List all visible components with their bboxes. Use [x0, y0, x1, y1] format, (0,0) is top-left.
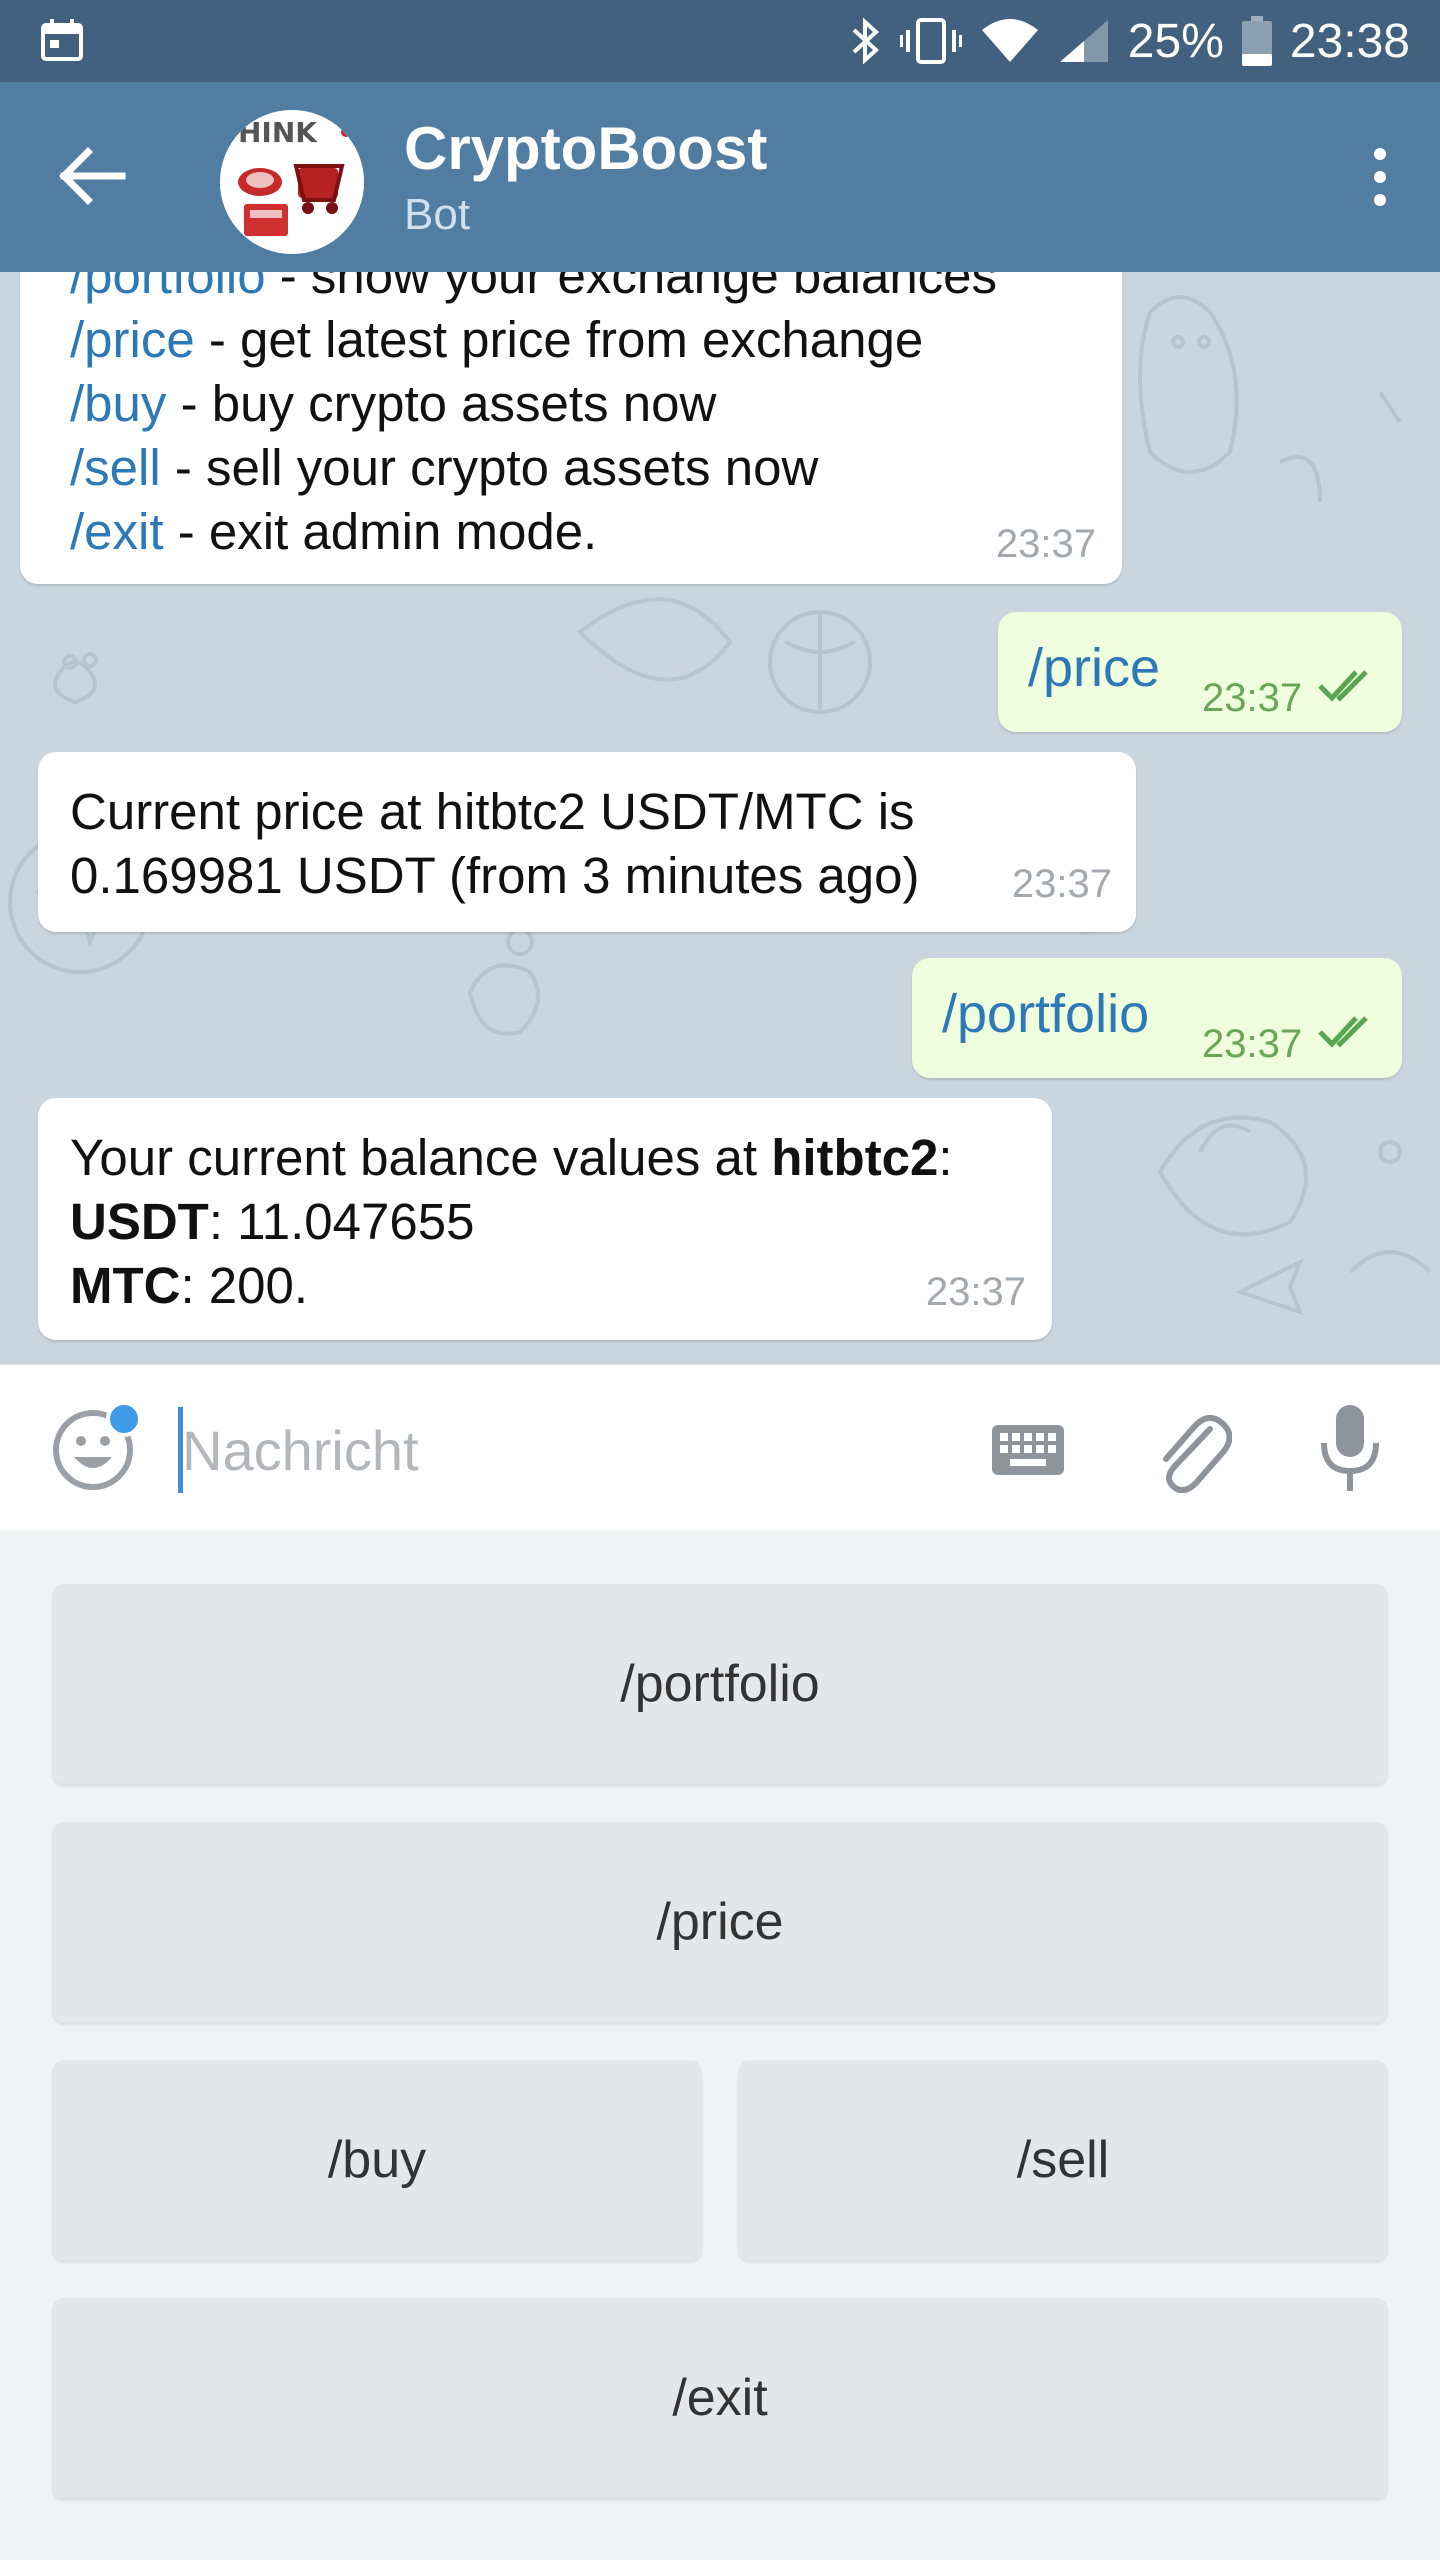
exchange-name: hitbtc2	[771, 1129, 939, 1186]
command-description: - get latest price from exchange	[194, 311, 924, 368]
balance-usdt: USDT: 11.047655	[70, 1190, 1022, 1254]
double-check-icon	[1318, 1016, 1368, 1048]
chat-area[interactable]: /portfolio - show your exchange balances…	[0, 272, 1440, 1364]
bot-message-balance: Your current balance values at hitbtc2: …	[38, 1098, 1052, 1340]
keyboard-button-exit[interactable]: /exit	[52, 2298, 1388, 2498]
price-line-2: 0.169981 USDT (from 3 minutes ago)	[70, 847, 920, 904]
avatar-image: HINK	[220, 110, 364, 254]
help-line-portfolio: /portfolio - show your exchange balances	[70, 272, 1074, 308]
user-message-price: /price 23:37	[998, 612, 1402, 732]
attach-icon[interactable]	[1150, 1405, 1232, 1493]
message-composer	[0, 1364, 1440, 1530]
keyboard-button-buy[interactable]: /buy	[52, 2060, 702, 2260]
command-link[interactable]: /price	[70, 311, 195, 368]
help-line-exit: /exit - exit admin mode.	[70, 500, 1074, 564]
message-input[interactable]	[180, 1405, 940, 1495]
battery-icon	[1241, 16, 1272, 66]
message-time: 23:37	[1011, 862, 1112, 906]
command-link[interactable]: /portfolio	[942, 982, 1149, 1046]
vibrate-icon	[899, 18, 962, 64]
asset-value: : 11.047655	[208, 1193, 475, 1250]
battery-percent: 25%	[1127, 14, 1224, 68]
command-description: - buy crypto assets now	[166, 375, 717, 432]
keyboard-button-price[interactable]: /price	[52, 1822, 1388, 2022]
help-line-buy: /buy - buy crypto assets now	[70, 372, 1074, 436]
keyboard-button-sell[interactable]: /sell	[738, 2060, 1388, 2260]
help-line-price: /price - get latest price from exchange	[70, 308, 1074, 372]
keyboard-button-portfolio[interactable]: /portfolio	[52, 1584, 1388, 1784]
bot-message-price: Current price at hitbtc2 USDT/MTC is 0.1…	[38, 752, 1136, 932]
keyboard-icon[interactable]	[990, 1417, 1066, 1483]
calendar-icon	[41, 19, 83, 61]
chat-header: HINK CryptoBoost Bot	[0, 82, 1440, 272]
notification-dot	[106, 1401, 142, 1437]
message-time: 23:37	[1202, 676, 1303, 720]
asset-value: : 200.	[180, 1257, 309, 1314]
help-line-sell: /sell - sell your crypto assets now	[70, 436, 1074, 500]
command-link[interactable]: /price	[1028, 636, 1160, 700]
message-time: 23:37	[925, 1270, 1026, 1314]
asset-label: USDT	[70, 1193, 209, 1250]
avatar-text: HINK	[238, 116, 318, 149]
status-bar: 25% 23:38	[0, 0, 1440, 82]
clock: 23:38	[1289, 14, 1410, 68]
double-check-icon	[1318, 670, 1368, 702]
chat-subtitle: Bot	[404, 190, 471, 239]
user-message-portfolio: /portfolio 23:37	[912, 958, 1402, 1078]
command-link[interactable]: /exit	[70, 503, 164, 560]
balance-mtc: MTC: 200.	[70, 1254, 1022, 1318]
bot-message-help: /portfolio - show your exchange balances…	[20, 272, 1122, 584]
command-description: - exit admin mode.	[163, 503, 598, 560]
back-arrow-icon[interactable]	[56, 146, 126, 206]
command-link[interactable]: /buy	[70, 375, 166, 432]
bot-avatar[interactable]: HINK	[220, 110, 364, 254]
command-description: - show your exchange balances	[265, 272, 998, 304]
asset-label: MTC	[70, 1257, 181, 1314]
bluetooth-icon	[852, 17, 879, 65]
balance-intro: Your current balance values at hitbtc2:	[70, 1129, 953, 1186]
chat-title[interactable]: CryptoBoost	[404, 114, 767, 183]
command-link[interactable]: /portfolio	[70, 272, 266, 304]
command-description: - sell your crypto assets now	[160, 439, 819, 496]
signal-icon	[1059, 20, 1108, 62]
more-options-icon[interactable]	[1350, 142, 1410, 212]
price-line-1: Current price at hitbtc2 USDT/MTC is	[70, 783, 915, 840]
message-time: 23:37	[1202, 1022, 1303, 1066]
message-time: 23:37	[995, 522, 1096, 566]
microphone-icon[interactable]	[1318, 1401, 1382, 1497]
command-link[interactable]: /sell	[70, 439, 161, 496]
wifi-icon	[981, 19, 1038, 62]
bot-keyboard: /portfolio /price /buy /sell /exit	[0, 1530, 1440, 2560]
